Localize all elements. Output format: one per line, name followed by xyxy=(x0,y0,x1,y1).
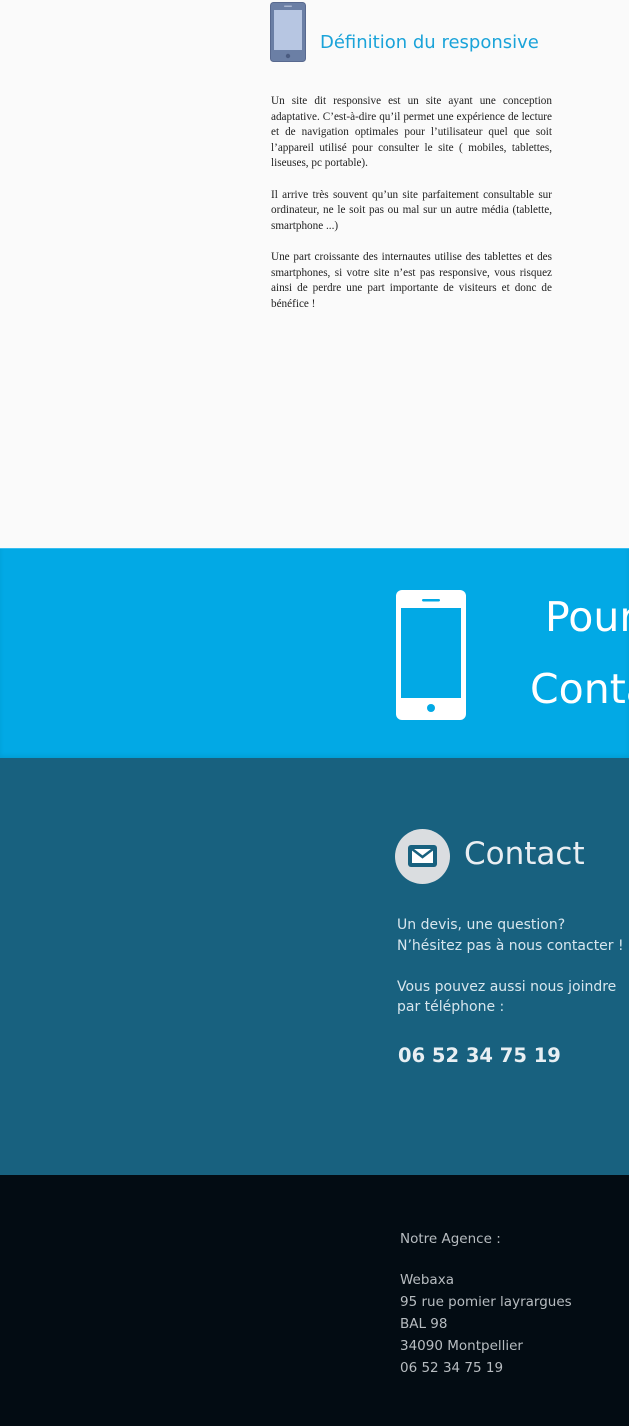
agency-street: 95 rue pomier layrargues xyxy=(400,1294,572,1310)
definition-text: Un site dit responsive est un site ayant… xyxy=(271,94,552,328)
contact-line-4: par téléphone : xyxy=(397,999,505,1015)
agency-city: 34090 Montpellier xyxy=(400,1338,523,1354)
contact-section: Contact Un devis, une question? N’hésite… xyxy=(0,758,629,1175)
contact-phone-number[interactable]: 06 52 34 75 19 xyxy=(398,1044,561,1067)
banner-line-1: Pour xyxy=(545,593,629,641)
smartphone-icon xyxy=(396,590,466,725)
agency-address: Notre Agence : Webaxa 95 rue pomier layr… xyxy=(400,1228,572,1379)
banner-section: Pour Conta xyxy=(0,548,629,759)
contact-line-2: N’hésitez pas à nous contacter ! xyxy=(397,937,624,954)
agency-heading: Notre Agence : xyxy=(400,1231,501,1247)
contact-line-1: Un devis, une question? xyxy=(397,917,566,933)
definition-paragraph-2: Il arrive très souvent qu’un site parfai… xyxy=(271,188,552,232)
definition-section: Définition du responsive Un site dit res… xyxy=(0,0,629,548)
contact-title: Contact xyxy=(464,836,585,872)
contact-text: Un devis, une question? N’hésitez pas à … xyxy=(397,915,624,1018)
smartphone-icon xyxy=(270,2,306,67)
agency-company: Webaxa xyxy=(400,1272,454,1288)
definition-paragraph-1: Un site dit responsive est un site ayant… xyxy=(271,95,552,170)
contact-line-3: Vous pouvez aussi nous joindre xyxy=(397,978,617,995)
envelope-icon xyxy=(395,829,450,884)
definition-paragraph-3: Une part croissante des internautes util… xyxy=(271,250,552,310)
footer: Notre Agence : Webaxa 95 rue pomier layr… xyxy=(0,1175,629,1426)
agency-phone[interactable]: 06 52 34 75 19 xyxy=(400,1357,572,1379)
banner-line-2[interactable]: Conta xyxy=(530,669,629,710)
definition-title: Définition du responsive xyxy=(320,32,539,53)
agency-box: BAL 98 xyxy=(400,1316,448,1332)
